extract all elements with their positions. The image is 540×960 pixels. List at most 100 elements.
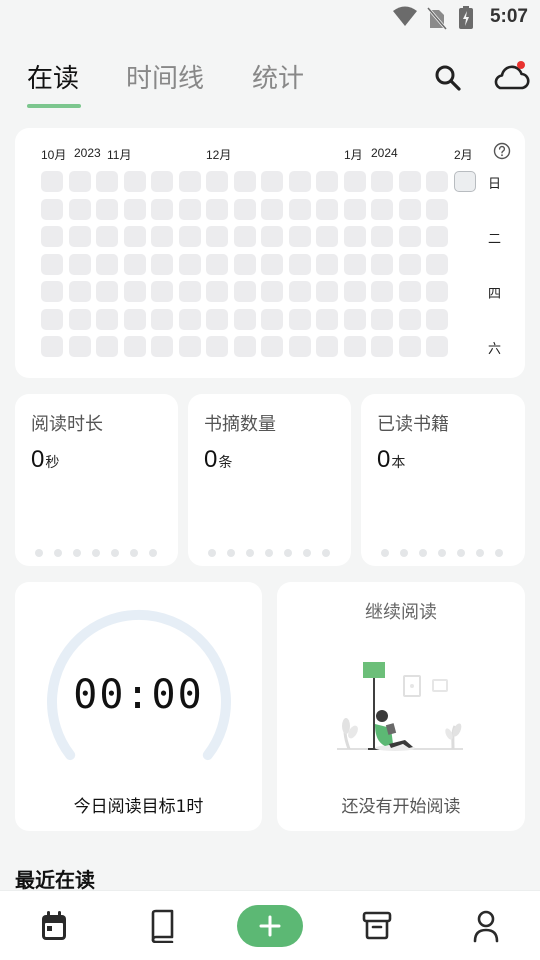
heatmap-cell[interactable] xyxy=(398,198,421,220)
heatmap-cell[interactable] xyxy=(178,171,201,192)
heatmap-cell[interactable] xyxy=(316,198,338,220)
heatmap-cell[interactable] xyxy=(41,308,63,330)
heatmap-cell[interactable] xyxy=(68,171,91,192)
excerpt-count-card[interactable]: 书摘数量 0条 xyxy=(188,394,351,566)
heatmap-cell[interactable] xyxy=(96,253,118,275)
cloud-sync-icon[interactable] xyxy=(490,58,530,92)
heatmap-cell[interactable] xyxy=(316,253,338,275)
heatmap-cell[interactable] xyxy=(68,336,91,357)
heatmap-cell[interactable] xyxy=(206,308,228,330)
heatmap-cell[interactable] xyxy=(178,253,201,275)
heatmap-cell[interactable] xyxy=(343,171,366,192)
heatmap-cell[interactable] xyxy=(96,226,118,247)
tab-reading[interactable]: 在读 xyxy=(27,58,79,95)
heatmap-cell[interactable] xyxy=(261,336,283,357)
heatmap-cell[interactable] xyxy=(398,336,421,357)
heatmap-cell[interactable] xyxy=(41,171,63,192)
heatmap-cell[interactable] xyxy=(123,336,146,357)
heatmap-cell[interactable] xyxy=(123,226,146,247)
archive-icon[interactable] xyxy=(362,909,392,941)
heatmap-cell[interactable] xyxy=(123,308,146,330)
heatmap-cell[interactable] xyxy=(96,198,118,220)
heatmap-cell[interactable] xyxy=(288,281,311,302)
heatmap-cell[interactable] xyxy=(288,171,311,192)
heatmap-cell[interactable] xyxy=(288,198,311,220)
heatmap-cell[interactable] xyxy=(398,308,421,330)
heatmap-cell[interactable] xyxy=(343,308,366,330)
heatmap-cell[interactable] xyxy=(68,226,91,247)
heatmap-cell[interactable] xyxy=(426,281,448,302)
heatmap-cell[interactable] xyxy=(343,226,366,247)
heatmap-cell[interactable] xyxy=(151,253,173,275)
tab-statistics[interactable]: 统计 xyxy=(252,58,304,95)
heatmap-cell[interactable] xyxy=(261,226,283,247)
heatmap-cell[interactable] xyxy=(206,336,228,357)
heatmap-cell[interactable] xyxy=(343,281,366,302)
heatmap-cell[interactable] xyxy=(206,171,228,192)
heatmap-cell[interactable] xyxy=(343,198,366,220)
heatmap-cell[interactable] xyxy=(288,308,311,330)
heatmap-cell[interactable] xyxy=(151,308,173,330)
heatmap-cell[interactable] xyxy=(233,308,256,330)
reading-timer-card[interactable]: 00:00 今日阅读目标1时 xyxy=(15,582,262,831)
calendar-icon[interactable] xyxy=(39,909,69,943)
heatmap-cell[interactable] xyxy=(96,336,118,357)
heatmap-cell[interactable] xyxy=(398,253,421,275)
heatmap-cell[interactable] xyxy=(426,253,448,275)
heatmap-cell[interactable] xyxy=(233,253,256,275)
heatmap-cell[interactable] xyxy=(316,226,338,247)
heatmap-cell[interactable] xyxy=(261,308,283,330)
heatmap-cell[interactable] xyxy=(233,226,256,247)
heatmap-cell[interactable] xyxy=(316,336,338,357)
heatmap-cell[interactable] xyxy=(151,336,173,357)
heatmap-cell[interactable] xyxy=(371,281,393,302)
heatmap-cell[interactable] xyxy=(261,281,283,302)
heatmap-cell[interactable] xyxy=(371,336,393,357)
heatmap-cell[interactable] xyxy=(178,308,201,330)
heatmap-cell[interactable] xyxy=(178,198,201,220)
heatmap-cell[interactable] xyxy=(398,171,421,192)
heatmap-cell[interactable] xyxy=(371,171,393,192)
heatmap-cell[interactable] xyxy=(206,281,228,302)
heatmap-cell[interactable] xyxy=(123,198,146,220)
heatmap-cell[interactable] xyxy=(151,226,173,247)
person-icon[interactable] xyxy=(472,909,500,943)
heatmap-cell[interactable] xyxy=(343,253,366,275)
heatmap-cell[interactable] xyxy=(371,253,393,275)
continue-reading-card[interactable]: 继续阅读 还没有开始阅读 xyxy=(277,582,525,831)
heatmap-cell[interactable] xyxy=(96,171,118,192)
heatmap-cell[interactable] xyxy=(426,226,448,247)
heatmap-cell[interactable] xyxy=(96,281,118,302)
heatmap-cell[interactable] xyxy=(288,226,311,247)
heatmap-cell[interactable] xyxy=(316,281,338,302)
heatmap-cell[interactable] xyxy=(426,308,448,330)
heatmap-cell[interactable] xyxy=(398,226,421,247)
heatmap-cell[interactable] xyxy=(371,226,393,247)
heatmap-cell[interactable] xyxy=(151,171,173,192)
heatmap-cell[interactable] xyxy=(426,336,448,357)
heatmap-cell[interactable] xyxy=(233,336,256,357)
heatmap-cell[interactable] xyxy=(316,171,338,192)
book-icon[interactable] xyxy=(148,909,176,943)
heatmap-cell[interactable] xyxy=(178,336,201,357)
heatmap-cell-today[interactable] xyxy=(453,171,476,192)
add-book-button[interactable] xyxy=(237,905,303,947)
heatmap-cell[interactable] xyxy=(426,171,448,192)
heatmap-cell[interactable] xyxy=(233,281,256,302)
heatmap-cell[interactable] xyxy=(316,308,338,330)
search-icon[interactable] xyxy=(434,64,462,92)
heatmap-cell[interactable] xyxy=(261,253,283,275)
heatmap-cell[interactable] xyxy=(261,171,283,192)
books-read-card[interactable]: 已读书籍 0本 xyxy=(361,394,525,566)
heatmap-cell[interactable] xyxy=(41,336,63,357)
heatmap-cell[interactable] xyxy=(123,281,146,302)
heatmap-cell[interactable] xyxy=(261,198,283,220)
heatmap-cell[interactable] xyxy=(68,253,91,275)
heatmap-cell[interactable] xyxy=(206,198,228,220)
heatmap-cell[interactable] xyxy=(68,281,91,302)
heatmap-cell[interactable] xyxy=(123,253,146,275)
heatmap-cell[interactable] xyxy=(371,198,393,220)
help-circle-icon[interactable] xyxy=(493,142,511,160)
reading-time-card[interactable]: 阅读时长 0秒 xyxy=(15,394,178,566)
heatmap-cell[interactable] xyxy=(96,308,118,330)
